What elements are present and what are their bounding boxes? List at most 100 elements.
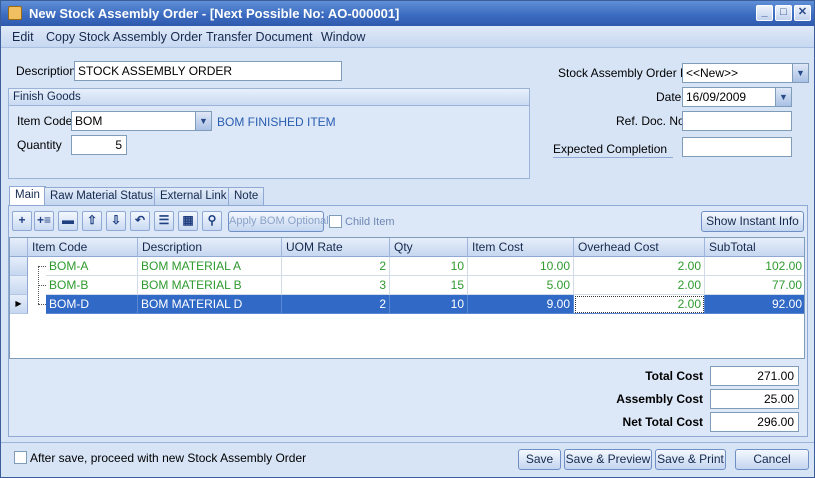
close-button[interactable]: ✕ [794, 5, 811, 21]
cell-subtotal[interactable]: 102.00 [705, 257, 804, 276]
cell-subtotal[interactable]: 92.00 [705, 295, 804, 314]
menu-copy-stock-assembly-order[interactable]: Copy Stock Assembly Order [46, 30, 202, 44]
current-row-indicator-icon[interactable]: ▶ [10, 295, 28, 314]
minus-icon: ▬ [62, 213, 74, 227]
quantity-input[interactable]: 5 [71, 135, 127, 155]
menu-window[interactable]: Window [321, 30, 365, 44]
app-icon [8, 6, 22, 20]
cell-overhead-cost-focused[interactable]: 2.00 [574, 295, 705, 314]
date-label: Date [656, 90, 682, 104]
insert-row-button[interactable]: +≡ [34, 211, 54, 231]
cell-item-cost[interactable]: 9.00 [468, 295, 574, 314]
plus-icon: + [18, 213, 26, 227]
cell-description[interactable]: BOM MATERIAL A [138, 257, 282, 276]
finish-goods-group: Finish Goods [8, 88, 530, 179]
date-value: 16/09/2009 [686, 90, 747, 104]
child-item-checkbox[interactable] [329, 215, 342, 228]
tab-external-link[interactable]: External Link [154, 187, 233, 205]
chevron-down-icon[interactable]: ▼ [195, 112, 211, 130]
show-instant-info-button[interactable]: Show Instant Info [701, 211, 804, 232]
expected-completion-input[interactable] [682, 137, 792, 157]
assembly-cost-label: Assembly Cost [616, 392, 703, 406]
maximize-button[interactable]: □ [775, 5, 792, 21]
child-item-label: Child Item [345, 216, 395, 228]
move-down-button[interactable]: ⇩ [106, 211, 126, 231]
undo-button[interactable]: ↶ [130, 211, 150, 231]
calendar-dropdown-icon[interactable]: ▼ [775, 88, 791, 106]
assembly-cost-input[interactable]: 25.00 [710, 389, 799, 409]
cancel-button[interactable]: Cancel [735, 449, 809, 470]
menu-edit[interactable]: Edit [12, 30, 34, 44]
total-cost-label: Total Cost [645, 369, 703, 383]
insert-icon: +≡ [36, 213, 51, 227]
maximize-icon: □ [780, 6, 787, 18]
footer-divider [1, 442, 814, 443]
cell-overhead-cost[interactable]: 2.00 [574, 276, 705, 295]
cell-qty[interactable]: 15 [390, 276, 468, 295]
cell-item-code[interactable]: BOM-B [46, 276, 138, 295]
tab-main[interactable]: Main [9, 186, 46, 205]
table-row-selected[interactable]: ▶ BOM-D BOM MATERIAL D 2 10 9.00 2.00 92… [10, 295, 804, 314]
search-button[interactable]: ⚲ [202, 211, 222, 231]
table-row[interactable]: BOM-B BOM MATERIAL B 3 15 5.00 2.00 77.0… [10, 276, 804, 295]
cell-qty[interactable]: 10 [390, 257, 468, 276]
save-print-button[interactable]: Save & Print [655, 449, 726, 470]
date-picker[interactable]: 16/09/2009 ▼ [682, 87, 792, 107]
cell-uom-rate[interactable]: 3 [282, 276, 390, 295]
description-label: Description [16, 64, 77, 78]
row-indicator[interactable] [10, 276, 28, 295]
cell-subtotal[interactable]: 77.00 [705, 276, 804, 295]
after-save-checkbox[interactable] [14, 451, 27, 464]
header-subtotal[interactable]: SubTotal [705, 238, 804, 257]
net-total-cost-value: 296.00 [710, 412, 799, 432]
window-title: New Stock Assembly Order - [Next Possibl… [29, 6, 400, 21]
menu-bar: Edit Copy Stock Assembly Order Transfer … [1, 26, 814, 48]
cell-overhead-cost[interactable]: 2.00 [574, 257, 705, 276]
cell-qty[interactable]: 10 [390, 295, 468, 314]
list-button[interactable]: ☰ [154, 211, 174, 231]
menu-transfer-document[interactable]: Transfer Document [206, 30, 313, 44]
item-code-value: BOM [75, 114, 103, 128]
description-input[interactable]: STOCK ASSEMBLY ORDER [74, 61, 342, 81]
tab-raw-material-status[interactable]: Raw Material Status [44, 187, 159, 205]
tab-note[interactable]: Note [228, 187, 265, 205]
arrow-down-icon: ⇩ [110, 213, 122, 227]
quantity-label: Quantity [17, 138, 62, 152]
columns-button[interactable]: ▦ [178, 211, 198, 231]
header-qty[interactable]: Qty [390, 238, 468, 257]
move-up-button[interactable]: ⇧ [82, 211, 102, 231]
close-icon: ✕ [797, 6, 808, 18]
header-item-code[interactable]: Item Code [28, 238, 138, 257]
minimize-button[interactable]: _ [756, 5, 773, 21]
list-icon: ☰ [158, 213, 170, 227]
cell-uom-rate[interactable]: 2 [282, 295, 390, 314]
header-overhead-cost[interactable]: Overhead Cost [574, 238, 705, 257]
cell-item-code[interactable]: BOM-D [46, 295, 138, 314]
delete-row-button[interactable]: ▬ [58, 211, 78, 231]
cell-description[interactable]: BOM MATERIAL B [138, 276, 282, 295]
search-icon: ⚲ [207, 213, 217, 227]
title-bar[interactable]: New Stock Assembly Order - [Next Possibl… [1, 1, 814, 26]
header-item-cost[interactable]: Item Cost [468, 238, 574, 257]
header-indicator [10, 238, 28, 257]
cell-description[interactable]: BOM MATERIAL D [138, 295, 282, 314]
save-button[interactable]: Save [518, 449, 561, 470]
order-no-select[interactable]: <<New>> ▼ [682, 63, 809, 83]
cell-item-cost[interactable]: 5.00 [468, 276, 574, 295]
stock-assembly-order-window: New Stock Assembly Order - [Next Possibl… [0, 0, 815, 478]
apply-bom-optional-button[interactable]: Apply BOM Optional [228, 211, 329, 232]
add-row-button[interactable]: + [12, 211, 32, 231]
table-row[interactable]: BOM-A BOM MATERIAL A 2 10 10.00 2.00 102… [10, 257, 804, 276]
ref-doc-input[interactable] [682, 111, 792, 131]
header-description[interactable]: Description [138, 238, 282, 257]
item-code-select[interactable]: BOM ▼ [71, 111, 212, 131]
net-total-cost-label: Net Total Cost [622, 415, 703, 429]
cell-item-code[interactable]: BOM-A [46, 257, 138, 276]
cell-item-cost[interactable]: 10.00 [468, 257, 574, 276]
row-indicator[interactable] [10, 257, 28, 276]
save-preview-button[interactable]: Save & Preview [564, 449, 652, 470]
undo-icon: ↶ [134, 213, 146, 227]
cell-uom-rate[interactable]: 2 [282, 257, 390, 276]
chevron-down-icon[interactable]: ▼ [792, 64, 808, 82]
header-uom-rate[interactable]: UOM Rate [282, 238, 390, 257]
